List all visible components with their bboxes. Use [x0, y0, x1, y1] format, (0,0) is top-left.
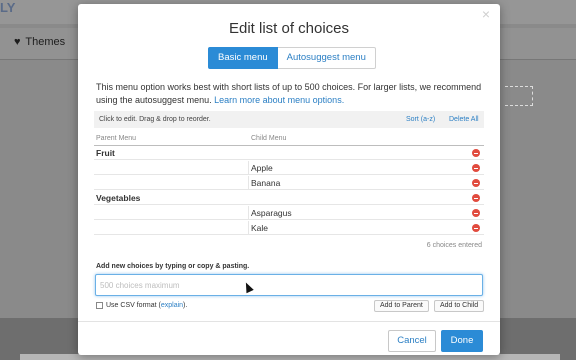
child-label: Kale: [251, 223, 269, 233]
add-to-child-button[interactable]: Add to Child: [434, 300, 485, 312]
dashed-placeholder: [505, 86, 533, 106]
add-choices-label: Add new choices by typing or copy & past…: [96, 263, 250, 270]
themes-button[interactable]: ♥ Themes: [14, 36, 65, 48]
child-label: Apple: [251, 163, 273, 173]
child-cell: [248, 221, 470, 235]
child-label: Asparagus: [251, 208, 292, 218]
intro-text: This menu option works best with short l…: [96, 81, 486, 107]
done-button[interactable]: Done: [441, 330, 483, 352]
themes-label: Themes: [25, 36, 66, 48]
footer-divider: [78, 321, 500, 322]
csv-suffix: ).: [183, 302, 188, 309]
list-item-child[interactable]: Banana: [94, 176, 484, 190]
sort-az-link[interactable]: Sort (a-z): [406, 111, 435, 128]
remove-icon[interactable]: [472, 224, 480, 232]
app-logo: LY: [0, 0, 16, 15]
add-to-parent-button[interactable]: Add to Parent: [374, 300, 429, 312]
list-item-parent[interactable]: Fruit: [94, 146, 484, 160]
tab-basic-menu[interactable]: Basic menu: [208, 47, 278, 69]
remove-icon[interactable]: [472, 179, 480, 187]
choices-count: 6 choices entered: [426, 242, 482, 249]
child-menu-header: Child Menu: [251, 135, 287, 142]
tab-autosuggest-menu[interactable]: Autosuggest menu: [277, 47, 376, 69]
edit-choices-modal: × Edit list of choices Basic menu Autosu…: [78, 4, 500, 355]
child-label: Banana: [251, 178, 281, 188]
csv-checkbox[interactable]: [96, 302, 103, 309]
remove-icon[interactable]: [472, 149, 480, 157]
child-cell: [248, 176, 470, 190]
explain-link[interactable]: explain: [161, 302, 183, 309]
add-choices-input[interactable]: [95, 274, 483, 296]
parent-menu-header: Parent Menu: [96, 135, 137, 142]
remove-icon[interactable]: [472, 209, 480, 217]
heart-icon: ♥: [14, 36, 21, 48]
list-item-child[interactable]: Apple: [94, 161, 484, 175]
list-item-child[interactable]: Kale: [94, 221, 484, 235]
info-bar: Click to edit. Drag & drop to reorder. S…: [94, 111, 484, 128]
remove-icon[interactable]: [472, 194, 480, 202]
list-item-child[interactable]: Asparagus: [94, 206, 484, 220]
remove-icon[interactable]: [472, 164, 480, 172]
parent-label: Fruit: [96, 148, 115, 158]
cancel-button[interactable]: Cancel: [388, 330, 436, 352]
csv-option: Use CSV format (explain).: [96, 302, 187, 309]
edit-hint: Click to edit. Drag & drop to reorder.: [99, 116, 211, 123]
menu-type-tabs: Basic menu Autosuggest menu: [208, 47, 376, 69]
learn-more-link[interactable]: Learn more about menu options.: [214, 95, 344, 105]
modal-title: Edit list of choices: [228, 20, 350, 37]
list-item-parent[interactable]: Vegetables: [94, 191, 484, 205]
parent-label: Vegetables: [96, 193, 141, 203]
csv-label: Use CSV format (: [106, 302, 161, 309]
delete-all-link[interactable]: Delete All: [449, 111, 479, 128]
child-cell: [248, 161, 470, 175]
